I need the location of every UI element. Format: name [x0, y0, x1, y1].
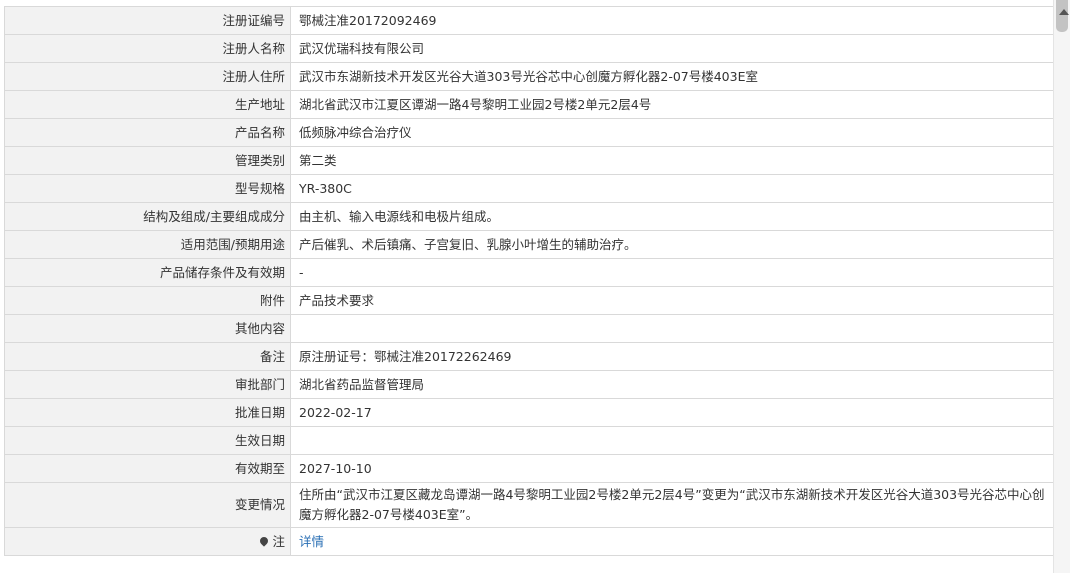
row-label-other: 其他内容 [4, 314, 291, 343]
row-label-registrant-name: 注册人名称 [4, 34, 291, 63]
table-row: 型号规格 YR-380C [4, 174, 1054, 203]
row-label-valid-until: 有效期至 [4, 454, 291, 483]
table-row: 适用范围/预期用途 产后催乳、术后镇痛、子宫复旧、乳腺小叶增生的辅助治疗。 [4, 230, 1054, 259]
row-label-attachment: 附件 [4, 286, 291, 315]
table-row: 注册证编号 鄂械注准20172092469 [4, 6, 1054, 35]
row-value-note: 详情 [290, 527, 1054, 556]
row-label-intended-use: 适用范围/预期用途 [4, 230, 291, 259]
detail-page: 注册证编号 鄂械注准20172092469 注册人名称 武汉优瑞科技有限公司 注册人… [0, 0, 1070, 573]
row-label-effective-date: 生效日期 [4, 426, 291, 455]
row-label-product-name: 产品名称 [4, 118, 291, 147]
row-value-production-address: 湖北省武汉市江夏区谭湖一路4号黎明工业园2号楼2单元2层4号 [290, 90, 1054, 119]
table-row: 生效日期 [4, 426, 1054, 455]
table-row: 其他内容 [4, 314, 1054, 343]
registration-detail-table: 注册证编号 鄂械注准20172092469 注册人名称 武汉优瑞科技有限公司 注册人… [4, 6, 1054, 556]
scroll-up-arrow-icon[interactable] [1059, 9, 1069, 15]
details-link[interactable]: 详情 [299, 534, 324, 549]
row-value-valid-until: 2027-10-10 [290, 454, 1054, 483]
table-row: 注册人住所 武汉市东湖新技术开发区光谷大道303号光谷芯中心创魔方孵化器2-07号… [4, 62, 1054, 91]
table-row: 产品名称 低频脉冲综合治疗仪 [4, 118, 1054, 147]
row-label-registration-number: 注册证编号 [4, 6, 291, 35]
row-label-registrant-address: 注册人住所 [4, 62, 291, 91]
table-row: 备注 原注册证号：鄂械注准20172262469 [4, 342, 1054, 371]
table-row: 管理类别 第二类 [4, 146, 1054, 175]
note-label: 注 [272, 533, 285, 549]
row-value-model-spec: YR-380C [290, 174, 1054, 203]
row-value-approval-dept: 湖北省药品监督管理局 [290, 370, 1054, 399]
row-label-note: 注 [4, 527, 291, 556]
row-value-product-name: 低频脉冲综合治疗仪 [290, 118, 1054, 147]
row-label-storage: 产品储存条件及有效期 [4, 258, 291, 287]
row-label-approval-date: 批准日期 [4, 398, 291, 427]
scrollbar-thumb[interactable] [1056, 0, 1069, 32]
row-value-registrant-name: 武汉优瑞科技有限公司 [290, 34, 1054, 63]
table-row: 注 详情 [4, 527, 1054, 556]
row-label-production-address: 生产地址 [4, 90, 291, 119]
table-row: 生产地址 湖北省武汉市江夏区谭湖一路4号黎明工业园2号楼2单元2层4号 [4, 90, 1054, 119]
row-value-registration-number: 鄂械注准20172092469 [290, 6, 1054, 35]
row-value-registrant-address: 武汉市东湖新技术开发区光谷大道303号光谷芯中心创魔方孵化器2-07号楼403E… [290, 62, 1054, 91]
row-value-remarks: 原注册证号：鄂械注准20172262469 [290, 342, 1054, 371]
row-label-structure: 结构及组成/主要组成成分 [4, 202, 291, 231]
row-value-attachment: 产品技术要求 [290, 286, 1054, 315]
row-value-effective-date [290, 426, 1054, 455]
table-row: 结构及组成/主要组成成分 由主机、输入电源线和电极片组成。 [4, 202, 1054, 231]
row-value-structure: 由主机、输入电源线和电极片组成。 [290, 202, 1054, 231]
row-label-model-spec: 型号规格 [4, 174, 291, 203]
row-value-intended-use: 产后催乳、术后镇痛、子宫复旧、乳腺小叶增生的辅助治疗。 [290, 230, 1054, 259]
table-row: 附件 产品技术要求 [4, 286, 1054, 315]
row-label-remarks: 备注 [4, 342, 291, 371]
row-label-change-history: 变更情况 [4, 482, 291, 528]
table-row: 审批部门 湖北省药品监督管理局 [4, 370, 1054, 399]
row-value-other [290, 314, 1054, 343]
row-label-management-category: 管理类别 [4, 146, 291, 175]
table-row: 批准日期 2022-02-17 [4, 398, 1054, 427]
row-value-storage: - [290, 258, 1054, 287]
row-label-approval-dept: 审批部门 [4, 370, 291, 399]
row-value-management-category: 第二类 [290, 146, 1054, 175]
table-row: 有效期至 2027-10-10 [4, 454, 1054, 483]
table-row: 注册人名称 武汉优瑞科技有限公司 [4, 34, 1054, 63]
row-value-approval-date: 2022-02-17 [290, 398, 1054, 427]
table-row: 产品储存条件及有效期 - [4, 258, 1054, 287]
vertical-scrollbar[interactable] [1053, 0, 1070, 573]
map-pin-icon [258, 534, 271, 547]
row-value-change-history: 住所由“武汉市江夏区藏龙岛谭湖一路4号黎明工业园2号楼2单元2层4号”变更为“武… [290, 482, 1054, 528]
table-row: 变更情况 住所由“武汉市江夏区藏龙岛谭湖一路4号黎明工业园2号楼2单元2层4号”变… [4, 482, 1054, 528]
